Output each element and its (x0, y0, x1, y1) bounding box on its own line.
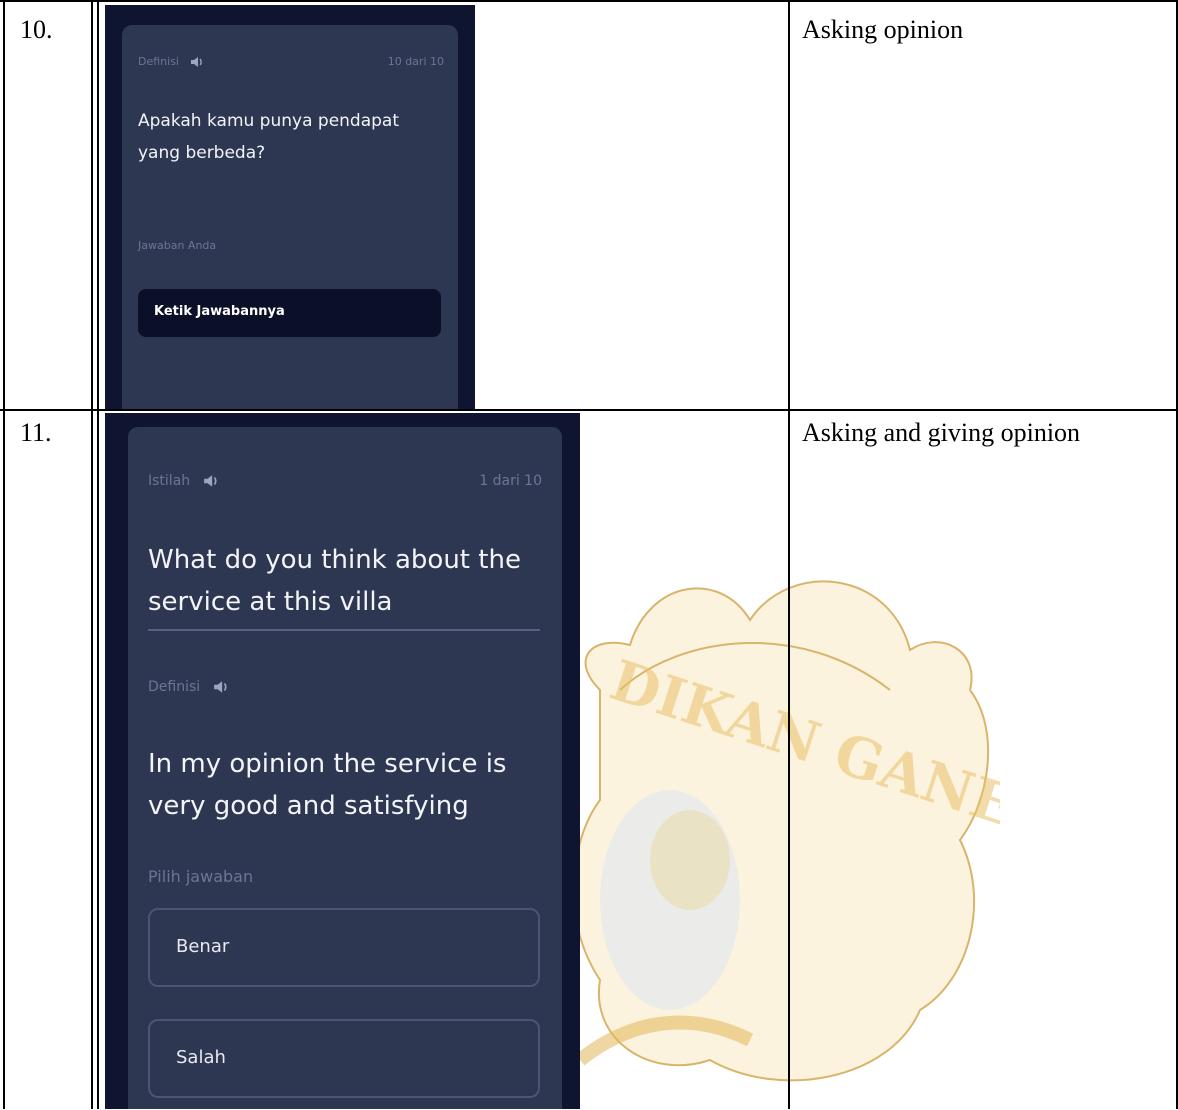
table-border-left (3, 0, 5, 1109)
option-label: Benar (176, 936, 230, 957)
option-true-button[interactable]: Benar (148, 908, 540, 987)
table-row-divider (0, 409, 1178, 411)
speaker-icon[interactable] (190, 56, 204, 68)
term-text: What do you think about the service at t… (148, 545, 521, 617)
definition-label: Definisi (138, 55, 204, 68)
definition-text: In my opinion the service is very good a… (148, 749, 507, 821)
answer-label: Jawaban Anda (138, 239, 217, 252)
watermark-emblem: DIKAN GANESHA (572, 580, 1000, 1082)
row-description: Asking and giving opinion (802, 418, 1081, 447)
app-screenshot-definition: Definisi 10 dari 10 Apakah kamu punya pe… (105, 5, 475, 409)
speaker-icon[interactable] (203, 474, 219, 488)
table-col-divider-2 (788, 0, 790, 1109)
progress-counter: 10 dari 10 (387, 55, 444, 68)
answer-input-placeholder: Ketik Jawabannya (154, 304, 285, 319)
table-col-divider-1b (97, 0, 99, 1109)
term-label: Istilah (148, 473, 219, 489)
card-divider (148, 629, 540, 631)
row-description: Asking opinion (802, 15, 964, 44)
flashcard: Istilah 1 dari 10 What do you think abou… (128, 427, 562, 1109)
table-border-top (0, 0, 1178, 2)
app-screenshot-true-false: Istilah 1 dari 10 What do you think abou… (105, 413, 580, 1109)
progress-counter: 1 dari 10 (479, 473, 542, 489)
option-false-button[interactable]: Salah (148, 1019, 540, 1098)
answer-input[interactable]: Ketik Jawabannya (138, 289, 441, 337)
speaker-icon[interactable] (213, 680, 229, 694)
definition-label: Definisi (148, 679, 229, 695)
row-number: 10. (20, 15, 53, 44)
row-number: 11. (20, 418, 52, 447)
table-col-divider-1 (91, 0, 93, 1109)
question-text: Apakah kamu punya pendapat yang berbeda? (138, 111, 400, 163)
flashcard: Definisi 10 dari 10 Apakah kamu punya pe… (122, 25, 458, 409)
choose-answer-label: Pilih jawaban (148, 867, 254, 886)
option-label: Salah (176, 1047, 226, 1068)
